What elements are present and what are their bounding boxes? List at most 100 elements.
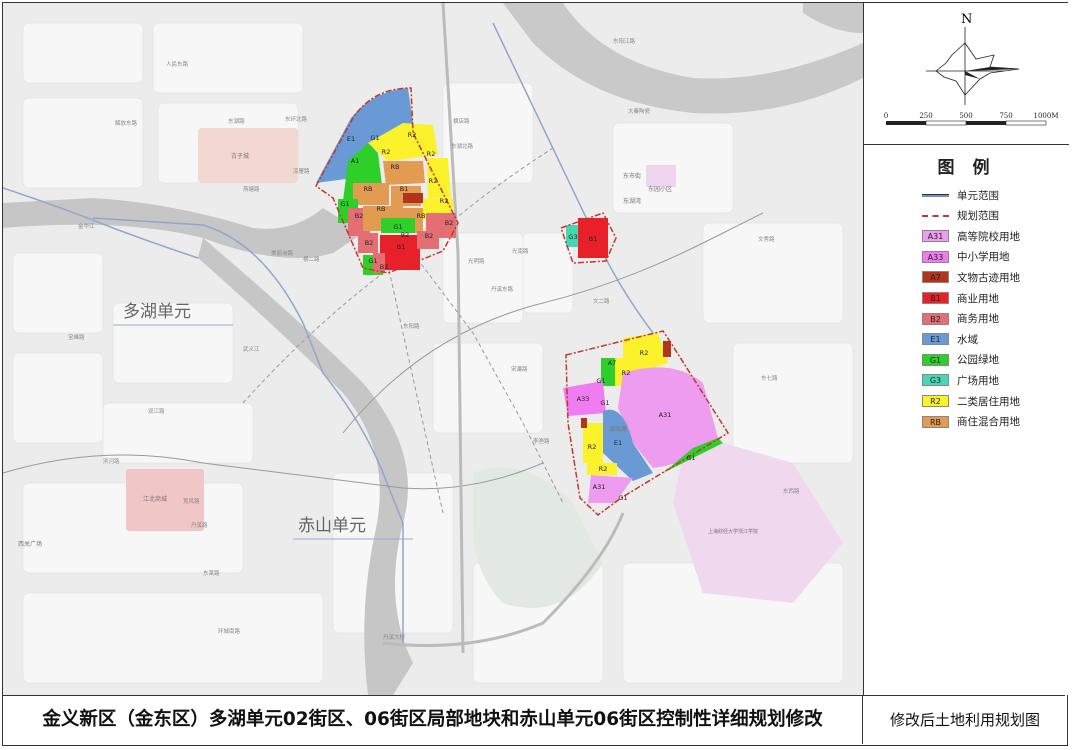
legend-swatch: RB <box>922 415 949 428</box>
parcel-label: R2 <box>588 443 597 451</box>
legend-item: 单元范围 <box>922 187 999 203</box>
parcel-label: RB <box>417 212 426 220</box>
legend-swatch: A7 <box>922 271 949 284</box>
parcel-label: G1 <box>340 200 349 208</box>
legend-item: A33 中小学用地 <box>922 249 1010 265</box>
parcel-label: R2 <box>440 197 449 205</box>
legend-label: 中小学用地 <box>957 251 1010 264</box>
parcel-label: G1 <box>686 454 695 462</box>
parcel-label: R2 <box>622 369 631 377</box>
parcel-label: A1 <box>351 157 360 165</box>
svg-text:大秦陶瓷: 大秦陶瓷 <box>628 107 651 115</box>
svg-text:光南路: 光南路 <box>512 247 529 255</box>
svg-text:李渔路: 李渔路 <box>533 437 550 445</box>
parcel-label: G1 <box>393 223 402 231</box>
svg-text:上海财经大学浙江学院: 上海财经大学浙江学院 <box>708 528 758 535</box>
parcel-label: E1 <box>614 439 622 447</box>
legend-panel: N 0 250 500 750 1000M 图 例 单元范围规划范围 A31 高等院… <box>863 3 1069 695</box>
legend-label: 公园绿地 <box>957 354 999 367</box>
svg-text:丹溪路: 丹溪路 <box>191 521 208 529</box>
parcel-label: B2 <box>380 263 389 271</box>
north-label: N <box>961 12 972 27</box>
parcel-label: B1 <box>400 185 409 193</box>
plan-title: 金义新区（金东区）多湖单元02街区、06街区局部地块和赤山单元06街区控制性详细… <box>3 696 863 744</box>
svg-text:竞风路: 竞风路 <box>183 497 200 505</box>
legend-swatch: G3 <box>922 374 949 387</box>
svg-text:燕塘路: 燕塘路 <box>243 185 260 193</box>
scale-bar: 0 250 500 750 1000M <box>884 112 1059 120</box>
parcel-label: A31 <box>659 411 672 419</box>
svg-text:文二路: 文二路 <box>593 297 610 305</box>
parcel-label: R2 <box>640 349 649 357</box>
parcel-label: B2 <box>365 239 374 247</box>
parcel-label: B1 <box>589 235 598 243</box>
legend-label: 规划范围 <box>957 210 999 223</box>
river-dongyang <box>503 3 863 114</box>
map-subtitle: 修改后土地利用规划图 <box>889 711 1040 729</box>
svg-text:横二路: 横二路 <box>303 255 320 263</box>
parcel-label: G1 <box>368 257 377 265</box>
unit-label-chishan: 赤山单元 <box>298 516 366 536</box>
parcel-label: R2 <box>599 465 608 473</box>
legend-item: B2 商务用地 <box>922 311 999 327</box>
svg-text:东七路: 东七路 <box>761 374 778 382</box>
parcel-label: A31 <box>593 483 606 491</box>
svg-text:双江路: 双江路 <box>148 407 165 415</box>
svg-text:东阳江路: 东阳江路 <box>613 37 636 45</box>
legend-item: A31 高等院校用地 <box>922 228 1020 244</box>
unit-label-duohu: 多湖单元 <box>123 302 191 322</box>
parcel-label: E1 <box>347 135 355 143</box>
svg-text:滨河路: 滨河路 <box>103 457 120 465</box>
legend-title: 图 例 <box>937 158 996 178</box>
legend-swatch: G1 <box>922 353 949 366</box>
svg-text:光明路: 光明路 <box>468 257 485 265</box>
svg-text:横店路: 横店路 <box>453 117 470 125</box>
parcel-label: G3 <box>568 233 577 241</box>
parcel-label: G1 <box>600 399 609 407</box>
school-area <box>646 165 676 187</box>
svg-text:东湖北路: 东湖北路 <box>451 142 474 150</box>
land-use-map[interactable]: E1 G1 R2 A1 R2 RB R2 R2 RB B1 G1 RB R2 B… <box>3 3 863 695</box>
svg-text:东环北路: 东环北路 <box>285 115 308 123</box>
parcel-label: B2 <box>445 219 454 227</box>
legend-swatch: A31 <box>922 230 949 243</box>
parcel-label: B2 <box>425 232 434 240</box>
parcel-label: A7 <box>608 359 617 367</box>
svg-text:1000M: 1000M <box>1034 112 1059 120</box>
svg-text:500: 500 <box>959 112 972 120</box>
svg-text:250: 250 <box>919 112 932 120</box>
svg-text:东湖路: 东湖路 <box>228 117 245 125</box>
svg-text:江北商城: 江北商城 <box>143 495 167 503</box>
title-bar: 金义新区（金东区）多湖单元02街区、06街区局部地块和赤山单元06街区控制性详细… <box>3 695 1065 744</box>
parcel-label: B1 <box>397 243 406 251</box>
legend-item: B1 商业用地 <box>922 290 999 306</box>
svg-text:东湖湾: 东湖湾 <box>623 197 641 205</box>
svg-text:文秀路: 文秀路 <box>758 235 775 243</box>
svg-text:宝峰路: 宝峰路 <box>68 333 85 341</box>
parcel-label: RB <box>391 163 400 171</box>
svg-text:丹溪东路: 丹溪东路 <box>491 285 514 293</box>
parcel-label: RB <box>377 205 386 213</box>
parcel-label: G1 <box>370 134 379 142</box>
parcel-label: G1 <box>596 377 605 385</box>
parcel-label: G1 <box>618 494 627 502</box>
legend-label: 文物古迹用地 <box>957 271 1020 284</box>
parcel-label: R2 <box>427 150 436 158</box>
svg-text:宋濂路: 宋濂路 <box>511 365 528 373</box>
parcel-label: A33 <box>577 395 590 403</box>
legend-label: 单元范围 <box>957 189 999 202</box>
svg-text:0: 0 <box>884 112 888 120</box>
legend-label: 商住混合用地 <box>957 416 1020 429</box>
map-canvas: E1 G1 R2 A1 R2 RB R2 R2 RB B1 G1 RB R2 B… <box>3 3 863 695</box>
legend-item: E1 水域 <box>922 331 978 347</box>
legend-swatch: E1 <box>922 333 949 346</box>
svg-text:西关广场: 西关广场 <box>18 540 42 548</box>
svg-text:750: 750 <box>999 112 1012 120</box>
legend-line-icon <box>922 210 949 222</box>
legend-item: G3 广场用地 <box>922 372 999 388</box>
parcel-label: R2 <box>408 131 417 139</box>
legend-label: 商业用地 <box>957 292 999 305</box>
north-arrow-box: N 0 250 500 750 1000M <box>864 3 1069 145</box>
svg-text:武义江: 武义江 <box>243 345 260 353</box>
legend-item: G1 公园绿地 <box>922 352 999 368</box>
